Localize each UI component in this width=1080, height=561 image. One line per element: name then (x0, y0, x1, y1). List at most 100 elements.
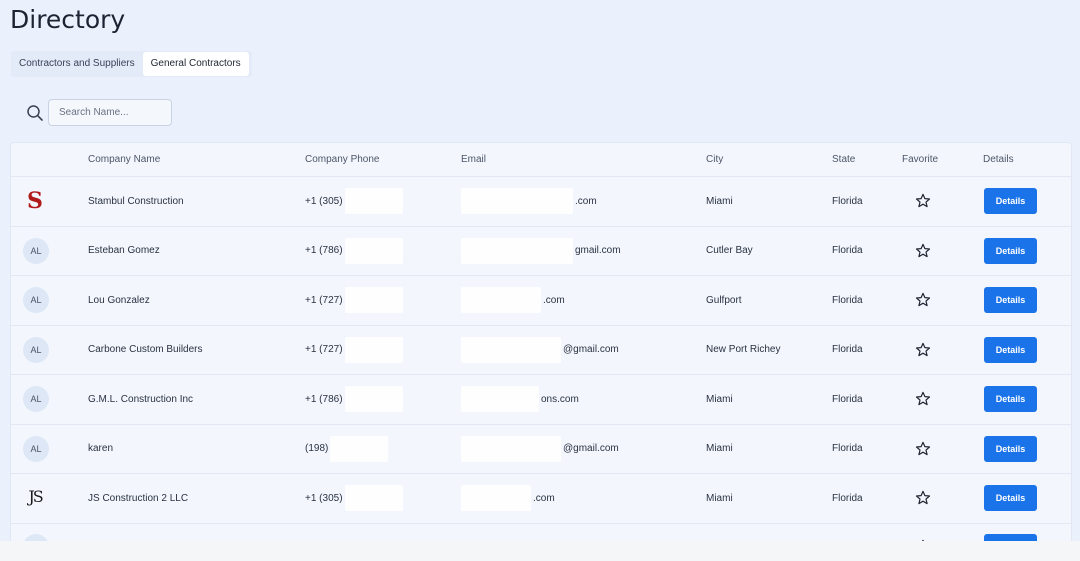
company-city: Gulfport (706, 294, 742, 306)
redacted-phone (344, 188, 403, 215)
column-header-company-name[interactable]: Company Name (88, 143, 160, 176)
company-phone: +1 (786) (305, 227, 403, 276)
page-title: Directory (10, 5, 126, 34)
redacted-email (461, 386, 539, 413)
company-email: .com (461, 177, 597, 226)
company-city: Miami (706, 443, 733, 455)
details-button[interactable]: Details (984, 435, 1037, 462)
redacted-phone (330, 435, 389, 462)
phone-prefix: (198) (305, 443, 329, 455)
company-email: .com (461, 474, 555, 523)
avatar: AL (23, 237, 49, 264)
email-suffix: gmail.com (575, 245, 621, 257)
company-logo-js: JS (28, 487, 43, 507)
table-row[interactable]: AL karen (198) @gmail.com Miami Florida Detail… (11, 425, 1071, 474)
company-phone: (198) (305, 425, 389, 474)
company-phone: +1 (727) (305, 276, 403, 325)
redacted-email (461, 485, 531, 512)
company-name: G.M.L. Construction Inc (88, 393, 194, 405)
redacted-email (461, 287, 541, 314)
company-name: Stambul Construction (88, 195, 184, 207)
table-row[interactable]: AL Carbone Custom Builders +1 (727) @gmail.… (11, 326, 1071, 375)
bottom-band (0, 541, 1080, 561)
table-header-row: Company Name Company Phone Email City St… (11, 143, 1071, 177)
avatar: AL (23, 287, 49, 314)
table-row[interactable]: AL Esteban Gomez +1 (786) gmail.com Cutler B… (11, 227, 1071, 276)
company-city: Cutler Bay (706, 245, 753, 257)
phone-prefix: +1 (727) (305, 294, 343, 306)
company-state: Florida (832, 443, 863, 455)
avatar-initials: AL (30, 245, 42, 256)
avatar-initials: AL (30, 344, 42, 355)
directory-tabs: Contractors and Suppliers General Contra… (11, 51, 252, 77)
table-row[interactable]: AL Lou Gonzalez +1 (727) .com Gulfport Florid… (11, 276, 1071, 326)
details-button[interactable]: Details (984, 188, 1037, 215)
column-header-details: Details (983, 154, 1014, 165)
column-header-city[interactable]: City (706, 143, 723, 176)
star-icon[interactable] (915, 441, 931, 457)
email-suffix: ons.com (541, 393, 579, 405)
details-button[interactable]: Details (984, 237, 1037, 264)
company-state: Florida (832, 245, 863, 257)
company-state: Florida (832, 393, 863, 405)
redacted-phone (344, 336, 403, 363)
details-button[interactable]: Details (984, 336, 1037, 363)
company-email: ons.com (461, 375, 579, 424)
redacted-email (461, 435, 561, 462)
table-row[interactable]: S Stambul Construction +1 (305) .com Miami Fl… (11, 177, 1071, 227)
company-email: @gmail.com (461, 425, 619, 474)
star-icon[interactable] (915, 490, 931, 506)
avatar-initials: AL (30, 443, 42, 454)
details-button[interactable]: Details (984, 287, 1037, 314)
table-row[interactable]: AL G.M.L. Construction Inc +1 (786) ons.com… (11, 375, 1071, 425)
company-city: Miami (706, 195, 733, 207)
search-icon[interactable] (26, 104, 44, 122)
avatar: AL (23, 435, 49, 462)
phone-prefix: +1 (727) (305, 344, 343, 356)
company-city: New Port Richey (706, 344, 781, 356)
column-header-state[interactable]: State (832, 143, 855, 176)
company-city: Miami (706, 492, 733, 504)
phone-prefix: +1 (786) (305, 245, 343, 257)
table-row[interactable]: JS JS Construction 2 LLC +1 (305) .com Miami… (11, 474, 1071, 524)
company-state: Florida (832, 195, 863, 207)
company-phone: +1 (305) (305, 177, 403, 226)
redacted-phone (344, 485, 403, 512)
details-button[interactable]: Details (984, 485, 1037, 512)
tab-general-contractors[interactable]: General Contractors (142, 52, 249, 76)
redacted-phone (344, 386, 403, 413)
redacted-phone (344, 287, 403, 314)
company-email: @gmail.com (461, 326, 619, 375)
email-suffix: .com (575, 195, 597, 207)
search-input[interactable] (48, 99, 172, 126)
company-name: karen (88, 443, 114, 455)
email-suffix: @gmail.com (563, 344, 619, 356)
details-button[interactable]: Details (984, 386, 1037, 413)
company-name: JS Construction 2 LLC (88, 492, 189, 504)
email-suffix: .com (533, 492, 555, 504)
tab-contractors-and-suppliers[interactable]: Contractors and Suppliers (11, 52, 143, 76)
star-icon[interactable] (915, 243, 931, 259)
company-phone: +1 (727) (305, 326, 403, 375)
redacted-email (461, 336, 561, 363)
company-name: Lou Gonzalez (88, 294, 150, 306)
star-icon[interactable] (915, 292, 931, 308)
email-suffix: @gmail.com (563, 443, 619, 455)
company-state: Florida (832, 492, 863, 504)
star-icon[interactable] (915, 391, 931, 407)
phone-prefix: +1 (305) (305, 195, 343, 207)
redacted-phone (344, 237, 403, 264)
column-header-company-phone[interactable]: Company Phone (305, 143, 380, 176)
company-name: Carbone Custom Builders (88, 344, 203, 356)
company-state: Florida (832, 344, 863, 356)
company-state: Florida (832, 294, 863, 306)
phone-prefix: +1 (786) (305, 393, 343, 405)
phone-prefix: +1 (305) (305, 492, 343, 504)
star-icon[interactable] (915, 342, 931, 358)
avatar-initials: AL (30, 394, 42, 405)
column-header-email[interactable]: Email (461, 143, 486, 176)
company-email: .com (461, 276, 565, 325)
company-city: Miami (706, 393, 733, 405)
star-icon[interactable] (915, 193, 931, 209)
avatar: AL (23, 386, 49, 413)
